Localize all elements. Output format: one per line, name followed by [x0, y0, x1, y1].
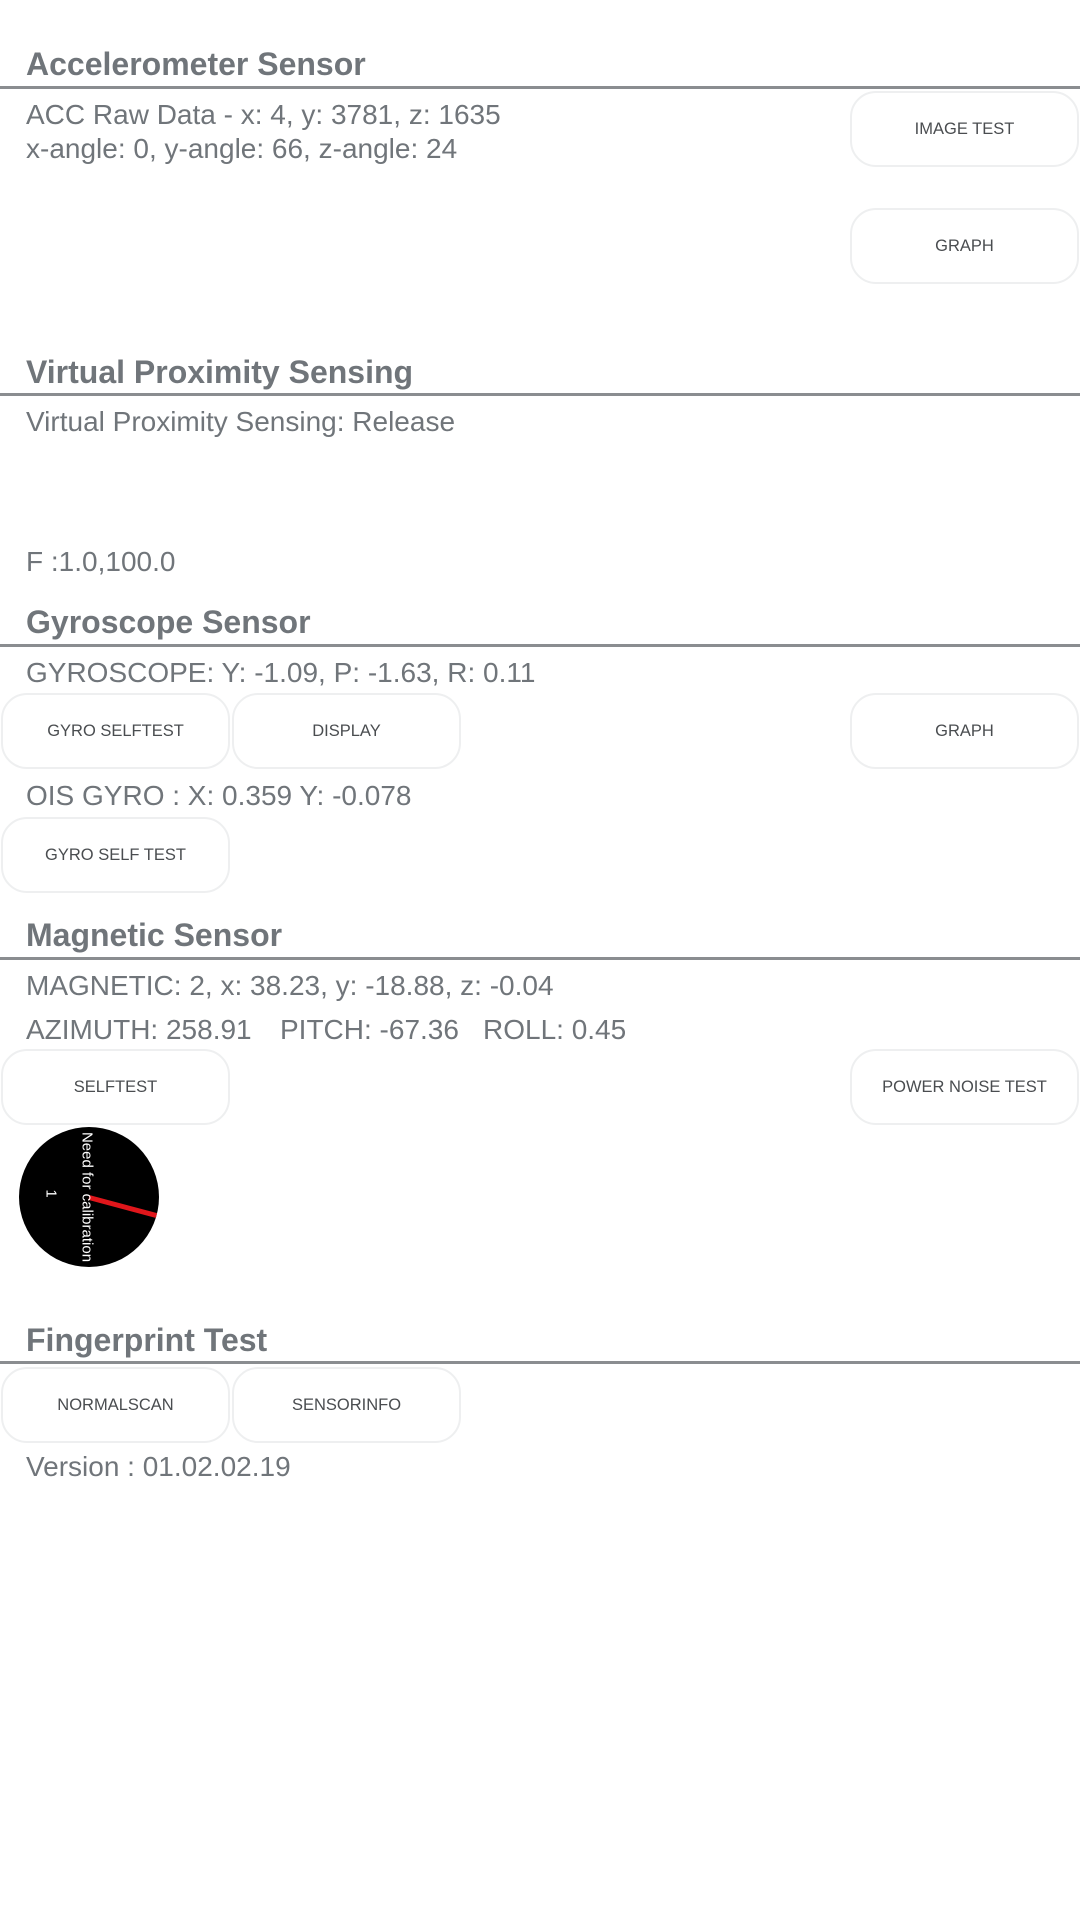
gyro-display-button[interactable]: DISPLAY	[232, 693, 461, 769]
gyro-graph-button[interactable]: GRAPH	[850, 693, 1079, 769]
proximity-divider	[0, 393, 1080, 396]
magnetic-values: MAGNETIC: 2, x: 38.23, y: -18.88, z: -0.…	[26, 970, 554, 1001]
gyro-selftest-button[interactable]: GYRO SELFTEST	[1, 693, 230, 769]
azimuth-value: AZIMUTH: 258.91	[26, 1014, 252, 1045]
roll-value: ROLL: 0.45	[483, 1014, 627, 1045]
ois-gyro-values: OIS GYRO : X: 0.359 Y: -0.078	[26, 780, 412, 811]
ois-gyro-self-test-button[interactable]: GYRO SELF TEST	[1, 817, 230, 893]
fingerprint-version: Version : 01.02.02.19	[26, 1451, 291, 1482]
normalscan-button[interactable]: NORMALSCAN	[1, 1367, 230, 1443]
compass-needle	[88, 1195, 159, 1219]
accelerometer-divider	[0, 86, 1080, 89]
power-noise-test-button[interactable]: POWER NOISE TEST	[850, 1049, 1079, 1125]
compass-dial: Need for calibration 1	[19, 1127, 159, 1267]
fingerprint-title: Fingerprint Test	[26, 1322, 268, 1358]
proximity-f-value: F :1.0,100.0	[26, 546, 176, 577]
calibration-text: Need for calibration	[78, 1131, 96, 1263]
magnetic-title: Magnetic Sensor	[26, 917, 283, 953]
acc-graph-button[interactable]: GRAPH	[850, 208, 1079, 284]
gyroscope-title: Gyroscope Sensor	[26, 604, 311, 640]
magnetic-selftest-button[interactable]: SELFTEST	[1, 1049, 230, 1125]
acc-raw-data: ACC Raw Data - x: 4, y: 3781, z: 1635	[26, 99, 501, 130]
image-test-button[interactable]: IMAGE TEST	[850, 91, 1079, 167]
acc-angles: x-angle: 0, y-angle: 66, z-angle: 24	[26, 133, 458, 164]
pitch-value: PITCH: -67.36	[280, 1014, 459, 1045]
sensorinfo-button[interactable]: SENSORINFO	[232, 1367, 461, 1443]
magnetic-divider	[0, 957, 1080, 960]
compass-accuracy: 1	[42, 1189, 60, 1198]
fingerprint-divider	[0, 1361, 1080, 1364]
proximity-status: Virtual Proximity Sensing: Release	[26, 406, 456, 437]
accelerometer-title: Accelerometer Sensor	[26, 46, 366, 82]
gyroscope-divider	[0, 644, 1080, 647]
gyroscope-values: GYROSCOPE: Y: -1.09, P: -1.63, R: 0.11	[26, 657, 536, 688]
proximity-title: Virtual Proximity Sensing	[26, 354, 414, 390]
